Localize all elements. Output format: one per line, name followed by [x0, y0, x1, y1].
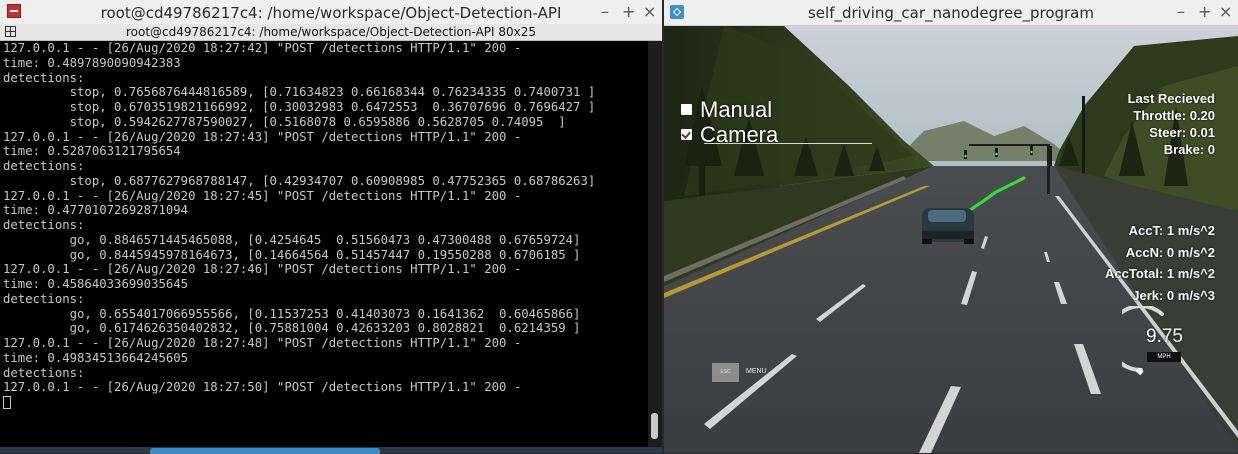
terminal-line: detections:: [3, 159, 85, 173]
terminal-line: stop, 0.5942627787590027, [0.5168078 0.6…: [3, 114, 566, 129]
terminal-line: time: 0.45864033699035645: [3, 277, 189, 291]
throttle-value: Throttle: 0.20: [1133, 108, 1215, 123]
status-hud: Last Recieved Throttle: 0.20 Steer: 0.01…: [1128, 90, 1215, 158]
simulator-titlebar[interactable]: self_driving_car_nanodegree_program – + …: [664, 0, 1238, 26]
acc-t-value: AccT: 1 m/s^2: [1128, 223, 1215, 238]
minimize-icon[interactable]: –: [1177, 2, 1185, 21]
terminal-window: root@cd49786217c4: /home/workspace/Objec…: [0, 0, 662, 454]
menu-button[interactable]: MENU: [746, 368, 767, 375]
close-icon[interactable]: ×: [1219, 2, 1232, 21]
terminal-line: stop, 0.6877627968788147, [0.42934707 0.…: [3, 173, 596, 188]
terminal-prompt-line[interactable]: [3, 395, 648, 410]
terminal-window-title: root@cd49786217c4: /home/workspace/Objec…: [100, 4, 562, 22]
acc-n-value: AccN: 0 m/s^2: [1125, 244, 1215, 260]
steer-value: Steer: 0.01: [1149, 125, 1215, 140]
camera-checkbox[interactable]: [681, 129, 692, 140]
terminal-line: go, 0.6554017066955566, [0.11537253 0.41…: [3, 306, 581, 321]
simulator-viewport: Manual Camera Last Recieved Throttle: 0.…: [664, 26, 1238, 453]
terminal-line: detections:: [3, 365, 85, 380]
terminal-lines: 127.0.0.1 - - [26/Aug/2020 18:27:42] "PO…: [0, 41, 648, 410]
acc-total-value: AccTotal: 1 m/s^2: [1105, 266, 1215, 281]
terminal-line: go, 0.6174626350402832, [0.75881004 0.42…: [3, 321, 581, 336]
terminal-output[interactable]: 127.0.0.1 - - [26/Aug/2020 18:27:42] "PO…: [0, 41, 648, 447]
maximize-icon[interactable]: +: [622, 2, 635, 21]
terminal-subtitle: root@cd49786217c4: /home/workspace/Objec…: [125, 25, 537, 39]
ego-car: [922, 208, 974, 244]
terminal-line: 127.0.0.1 - - [26/Aug/2020 18:27:48] "PO…: [3, 336, 522, 350]
maximize-icon[interactable]: +: [1198, 2, 1211, 21]
taskbar-highlight: [150, 448, 380, 454]
terminal-line: time: 0.49834513664245605: [3, 350, 189, 365]
terminal-cursor: [3, 396, 11, 409]
jerk-value: Jerk: 0 m/s^3: [1132, 287, 1215, 303]
terminal-subtitle-bar: root@cd49786217c4: /home/workspace/Objec…: [0, 24, 662, 41]
terminal-line: detections:: [3, 218, 85, 232]
terminal-titlebar[interactable]: root@cd49786217c4: /home/workspace/Objec…: [0, 0, 662, 25]
manual-checkbox[interactable]: [681, 104, 692, 115]
terminal-line: time: 0.47701072692871094: [3, 203, 189, 218]
terminal-line: time: 0.4897890090942383: [3, 55, 181, 70]
desktop-taskbar-strip: [0, 447, 662, 454]
terminal-line: 127.0.0.1 - - [26/Aug/2020 18:27:46] "PO…: [3, 262, 522, 277]
last-received-label: Last Recieved: [1127, 91, 1215, 106]
terminal-line: time: 0.5287063121795654: [3, 144, 181, 159]
terminal-scrollbar[interactable]: [648, 41, 662, 447]
esc-button[interactable]: ESC: [712, 363, 739, 382]
minimize-icon[interactable]: –: [601, 2, 609, 21]
terminal-line: detections:: [3, 70, 85, 85]
speed-unit: MPH: [1147, 352, 1181, 362]
terminal-line: 127.0.0.1 - - [26/Aug/2020 18:27:45] "PO…: [3, 188, 522, 203]
terminal-line: 127.0.0.1 - - [26/Aug/2020 18:27:50] "PO…: [3, 380, 522, 395]
terminal-line: detections:: [3, 291, 85, 306]
manual-label: Manual: [700, 97, 773, 122]
accel-hud: AccT: 1 m/s^2 AccN: 0 m/s^2 AccTotal: 1 …: [1105, 220, 1215, 306]
simulator-window: self_driving_car_nanodegree_program – + …: [664, 0, 1238, 453]
simulator-window-title: self_driving_car_nanodegree_program: [807, 4, 1094, 22]
brake-value: Brake: 0: [1163, 142, 1215, 157]
terminal-line: go, 0.8846571445465088, [0.4254645 0.515…: [3, 232, 581, 247]
speed-value: 9.75: [1146, 326, 1183, 347]
scrollbar-thumb[interactable]: [651, 413, 658, 439]
terminal-line: 127.0.0.1 - - [26/Aug/2020 18:27:43] "PO…: [3, 129, 522, 144]
terminal-line: stop, 0.7656876444816589, [0.71634823 0.…: [3, 85, 596, 100]
terminal-line: stop, 0.6703519821166992, [0.30032983 0.…: [3, 100, 596, 114]
terminal-line: go, 0.8445945978164673, [0.14664564 0.51…: [3, 247, 581, 262]
camera-label: Camera: [700, 122, 779, 147]
close-icon[interactable]: ×: [643, 2, 656, 21]
terminal-line: 127.0.0.1 - - [26/Aug/2020 18:27:42] "PO…: [3, 41, 522, 55]
